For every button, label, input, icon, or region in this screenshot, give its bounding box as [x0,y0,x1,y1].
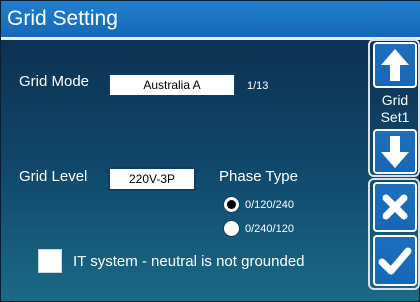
screen: Grid Setting Grid Mode Australia A 1/13 … [0,0,420,302]
grid-mode-page-indicator: 1/13 [247,80,269,92]
grid-mode-select[interactable]: Australia A [108,73,236,97]
cancel-button[interactable] [373,182,417,232]
page-down-button[interactable] [373,129,417,174]
it-system-checkbox[interactable] [38,249,62,273]
grid-level-label: Grid Level [19,168,88,185]
side-caption-line1: Grid [381,92,409,108]
grid-mode-label: Grid Mode [19,73,90,90]
phase-type-label: Phase Type [219,168,298,185]
page-title: Grid Setting [1,1,420,37]
side-caption-line2: Set1 [380,109,410,125]
grid-level-value: 220V-3P [128,172,176,186]
radio-selected-dot [227,200,236,209]
phase-radio-0-120-240[interactable] [223,196,240,213]
title-divider [1,37,420,40]
phase-radio-0-240-120[interactable] [223,220,240,237]
arrow-up-icon [381,49,409,81]
phase-option-label: 0/240/120 [245,223,294,235]
grid-mode-value: Australia A [143,78,201,92]
arrow-down-icon [381,135,409,168]
phase-option-label: 0/120/240 [245,199,294,211]
side-panel-caption: Grid Set1 [373,92,417,126]
it-system-label: IT system - neutral is not grounded [73,253,305,270]
grid-level-select[interactable]: 220V-3P [108,167,196,191]
x-icon [382,194,408,220]
confirm-button[interactable] [373,235,417,286]
page-up-button[interactable] [373,42,417,88]
check-icon [378,247,412,274]
